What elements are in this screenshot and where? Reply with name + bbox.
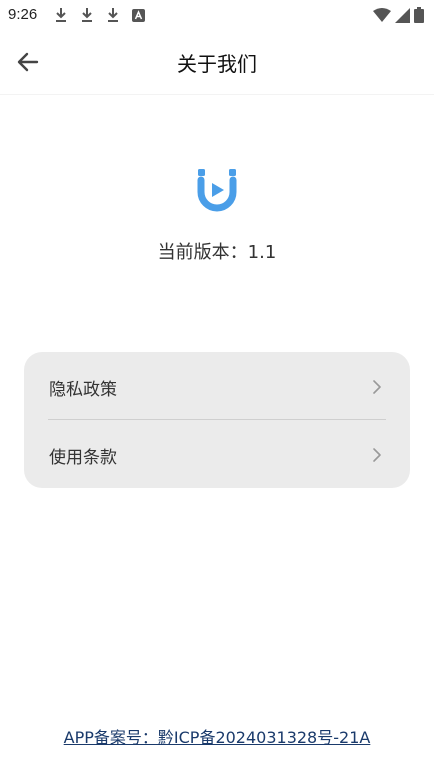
version-text: 当前版本：1.1: [157, 242, 277, 263]
download-icon: [56, 8, 66, 22]
menu-item-label: 使用条款: [49, 447, 117, 468]
chevron-right-icon: [373, 448, 381, 462]
download-icon: [108, 8, 118, 22]
status-time: 9:26: [8, 6, 38, 23]
chevron-right-icon: [373, 380, 381, 394]
divider: [48, 419, 386, 420]
status-notification-icons: [53, 6, 147, 24]
notification-a-icon: [132, 9, 145, 22]
app-bar: 关于我们: [0, 30, 434, 95]
page-title: 关于我们: [177, 52, 257, 76]
privacy-policy-item[interactable]: 隐私政策: [24, 354, 410, 420]
battery-icon: [414, 7, 424, 23]
status-system-icons: [373, 7, 424, 23]
menu-item-label: 隐私政策: [49, 379, 117, 400]
icp-record-link[interactable]: APP备案号：黔ICP备2024031328号-21A: [0, 724, 434, 748]
menu-card: 隐私政策 使用条款: [24, 352, 410, 488]
download-icon: [82, 8, 92, 22]
terms-of-use-item[interactable]: 使用条款: [24, 422, 410, 488]
app-logo-icon: [197, 169, 237, 212]
wifi-icon: [373, 7, 391, 22]
signal-icon: [395, 7, 410, 23]
status-bar: 9:26: [0, 0, 434, 30]
